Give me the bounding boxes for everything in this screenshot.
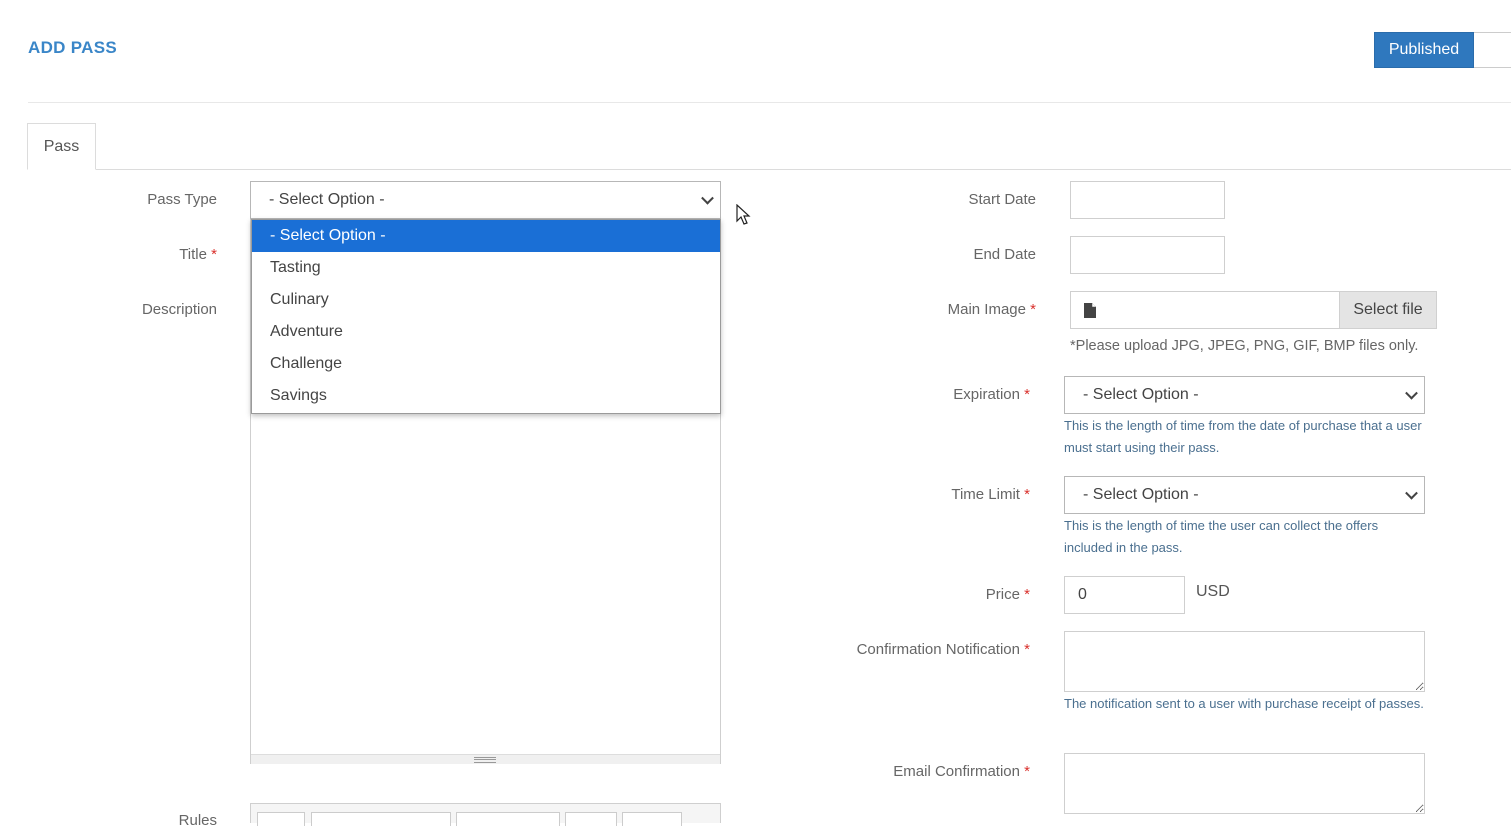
toolbar-format-select[interactable] bbox=[456, 812, 560, 826]
pass-type-dropdown-list: - Select Option - Tasting Culinary Adven… bbox=[251, 219, 721, 414]
title-label: Title * bbox=[100, 246, 217, 263]
page-title: ADD PASS bbox=[28, 38, 117, 57]
end-date-input[interactable] bbox=[1070, 236, 1225, 274]
resize-grip-line bbox=[474, 759, 496, 760]
main-image-label-text: Main Image bbox=[947, 301, 1026, 318]
dropdown-option[interactable]: - Select Option - bbox=[252, 220, 720, 252]
pass-type-select[interactable]: - Select Option - bbox=[250, 181, 721, 219]
required-marker: * bbox=[211, 246, 217, 263]
pass-type-label: Pass Type bbox=[147, 191, 217, 208]
email-confirmation-label: Email Confirmation * bbox=[790, 763, 1030, 780]
toolbar-button[interactable] bbox=[257, 812, 305, 826]
start-date-input[interactable] bbox=[1070, 181, 1225, 219]
main-image-help: *Please upload JPG, JPEG, PNG, GIF, BMP … bbox=[1070, 338, 1419, 354]
mouse-cursor-icon bbox=[736, 204, 751, 225]
required-marker: * bbox=[1024, 763, 1030, 780]
price-label-text: Price bbox=[985, 586, 1020, 603]
description-label: Description bbox=[141, 301, 217, 318]
required-marker: * bbox=[1030, 301, 1036, 318]
currency-label: USD bbox=[1196, 583, 1230, 600]
toolbar-size-select[interactable] bbox=[565, 812, 617, 826]
status-toggle-segment[interactable] bbox=[1474, 32, 1511, 68]
tab-pass[interactable]: Pass bbox=[27, 123, 96, 170]
confirmation-notification-textarea[interactable] bbox=[1064, 631, 1425, 692]
price-label: Price * bbox=[870, 586, 1030, 603]
expiration-select[interactable]: - Select Option - bbox=[1064, 376, 1425, 414]
required-marker: * bbox=[1024, 386, 1030, 403]
dropdown-option[interactable]: Adventure bbox=[252, 316, 720, 348]
confirmation-notification-help: The notification sent to a user with pur… bbox=[1064, 696, 1424, 711]
toolbar-button-group[interactable] bbox=[311, 812, 451, 826]
file-icon bbox=[1084, 303, 1096, 318]
expiration-label: Expiration * bbox=[870, 386, 1030, 403]
time-limit-help: This is the length of time the user can … bbox=[1064, 518, 1379, 555]
time-limit-select[interactable]: - Select Option - bbox=[1064, 476, 1425, 514]
dropdown-option[interactable]: Culinary bbox=[252, 284, 720, 316]
chevron-down-icon bbox=[1405, 486, 1418, 500]
email-confirmation-textarea[interactable] bbox=[1064, 753, 1425, 814]
pass-type-select-value: - Select Option - bbox=[269, 191, 385, 208]
main-image-file-field[interactable] bbox=[1070, 291, 1340, 329]
expiration-select-value: - Select Option - bbox=[1083, 386, 1199, 403]
confirmation-notification-label: Confirmation Notification * bbox=[790, 641, 1030, 658]
dropdown-option[interactable]: Tasting bbox=[252, 252, 720, 284]
select-file-button[interactable]: Select file bbox=[1339, 291, 1437, 329]
dropdown-option[interactable]: Challenge bbox=[252, 348, 720, 380]
expiration-help: This is the length of time from the date… bbox=[1064, 418, 1422, 455]
main-image-label: Main Image * bbox=[880, 301, 1036, 318]
tab-divider bbox=[27, 169, 1511, 170]
published-status-button[interactable]: Published bbox=[1374, 32, 1474, 68]
required-marker: * bbox=[1024, 586, 1030, 603]
rules-editor-toolbar bbox=[250, 803, 721, 826]
chevron-down-icon bbox=[701, 191, 714, 205]
start-date-label: Start Date bbox=[968, 191, 1036, 208]
expiration-label-text: Expiration bbox=[953, 386, 1020, 403]
required-marker: * bbox=[1024, 641, 1030, 658]
title-label-text: Title bbox=[179, 246, 207, 263]
time-limit-label-text: Time Limit bbox=[951, 486, 1020, 503]
toolbar-highlight-button[interactable] bbox=[622, 812, 682, 826]
time-limit-select-value: - Select Option - bbox=[1083, 486, 1199, 503]
chevron-down-icon bbox=[1405, 386, 1418, 400]
confirmation-notification-label-text: Confirmation Notification bbox=[856, 641, 1020, 658]
required-marker: * bbox=[1024, 486, 1030, 503]
dropdown-option[interactable]: Savings bbox=[252, 380, 720, 412]
end-date-label: End Date bbox=[973, 246, 1036, 263]
header-divider bbox=[28, 102, 1511, 103]
price-input[interactable] bbox=[1064, 576, 1185, 614]
time-limit-label: Time Limit * bbox=[870, 486, 1030, 503]
resize-grip-icon[interactable] bbox=[474, 757, 496, 763]
email-confirmation-label-text: Email Confirmation bbox=[893, 763, 1020, 780]
